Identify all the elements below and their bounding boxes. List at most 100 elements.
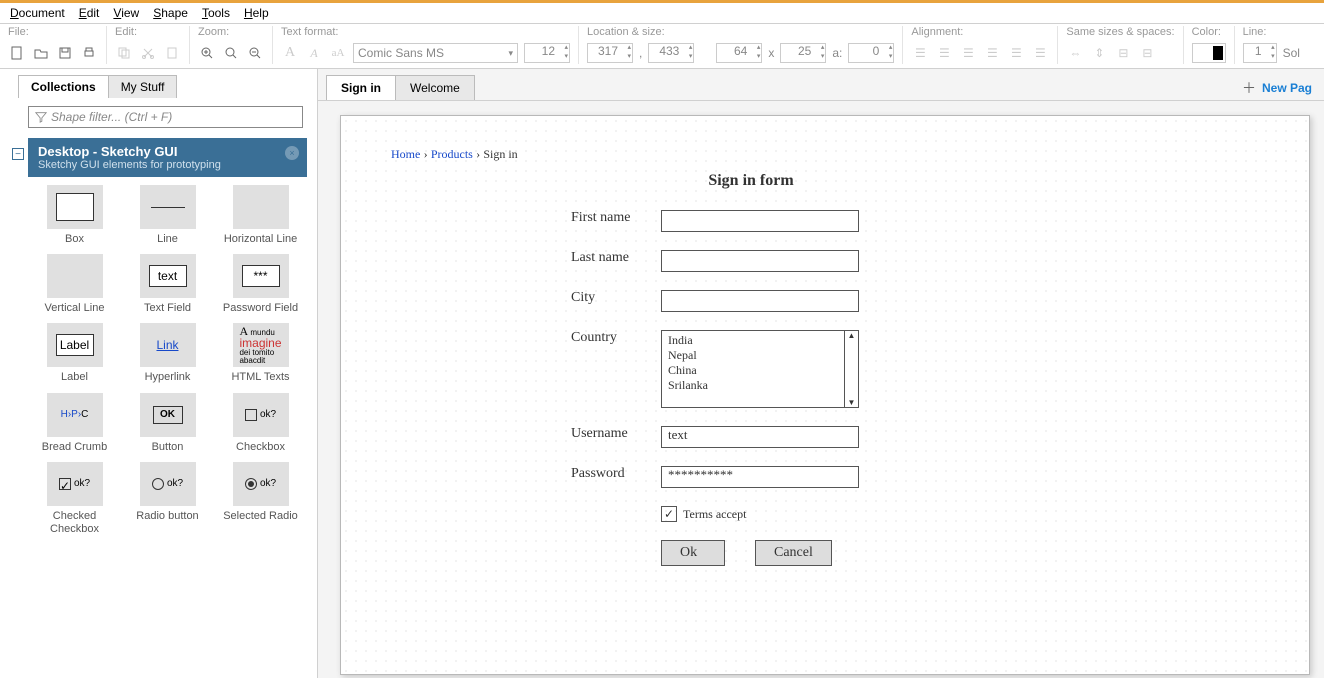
- shape-label: Line: [123, 233, 212, 246]
- shape-item[interactable]: ok?Checkbox: [216, 393, 305, 454]
- shape-item[interactable]: Vertical Line: [30, 254, 119, 315]
- new-file-icon[interactable]: [8, 44, 26, 62]
- list-scrollbar[interactable]: ▲▼: [844, 331, 858, 407]
- tab-collections[interactable]: Collections: [18, 75, 109, 98]
- shape-item[interactable]: Horizontal Line: [216, 185, 305, 246]
- document-tabs: Sign in Welcome ＋New Pag: [318, 69, 1324, 101]
- space-h-icon[interactable]: ⊟: [1114, 44, 1132, 62]
- collection-subtitle: Sketchy GUI elements for prototyping: [38, 159, 297, 171]
- same-width-icon[interactable]: ⇔: [1066, 44, 1084, 62]
- line-width-input[interactable]: 1▴▾: [1243, 43, 1277, 63]
- zoom-reset-icon[interactable]: [222, 44, 240, 62]
- zoom-in-icon[interactable]: [198, 44, 216, 62]
- shape-item[interactable]: ok?Radio button: [123, 462, 212, 536]
- text-case-icon[interactable]: aA: [329, 44, 347, 62]
- shape-filter-input[interactable]: Shape filter... (Ctrl + F): [28, 106, 303, 128]
- copy-icon[interactable]: [115, 44, 133, 62]
- shape-item[interactable]: LinkHyperlink: [123, 323, 212, 384]
- color-picker[interactable]: [1192, 43, 1226, 63]
- print-icon[interactable]: [80, 44, 98, 62]
- shape-item[interactable]: ok?Selected Radio: [216, 462, 305, 536]
- shape-thumb: [47, 185, 103, 229]
- shape-item[interactable]: ✓ok?Checked Checkbox: [30, 462, 119, 536]
- password-input[interactable]: **********: [661, 466, 859, 488]
- shape-thumb: OK: [140, 393, 196, 437]
- shape-item[interactable]: Line: [123, 185, 212, 246]
- align-middle-icon[interactable]: ☰: [1007, 44, 1025, 62]
- size-w-input[interactable]: 64▴▾: [716, 43, 762, 63]
- align-left-icon[interactable]: ☰: [911, 44, 929, 62]
- menu-document[interactable]: Document: [10, 6, 65, 20]
- toolbar: File: Edit: Zoom: Text format: A A aA Co…: [0, 24, 1324, 69]
- label-terms: Terms accept: [683, 507, 746, 522]
- shape-item[interactable]: ***Password Field: [216, 254, 305, 315]
- shape-thumb: A munduimaginedei tomitoabacdit: [233, 323, 289, 367]
- tab-welcome[interactable]: Welcome: [395, 75, 475, 100]
- country-option[interactable]: Nepal: [668, 348, 852, 363]
- collection-title: Desktop - Sketchy GUI: [38, 144, 297, 159]
- align-right-icon[interactable]: ☰: [959, 44, 977, 62]
- menu-shape[interactable]: Shape: [153, 6, 188, 20]
- tab-my-stuff[interactable]: My Stuff: [108, 75, 178, 98]
- username-input[interactable]: text: [661, 426, 859, 448]
- menu-help[interactable]: Help: [244, 6, 269, 20]
- toolbar-edit-group: Edit:: [115, 26, 190, 64]
- cancel-button[interactable]: Cancel: [755, 540, 832, 566]
- menu-view[interactable]: View: [113, 6, 139, 20]
- shape-thumb: Label: [47, 323, 103, 367]
- country-option[interactable]: China: [668, 363, 852, 378]
- font-select[interactable]: Comic Sans MS▾: [353, 43, 518, 63]
- breadcrumb-products[interactable]: Products: [431, 147, 473, 161]
- menu-edit[interactable]: Edit: [79, 6, 100, 20]
- angle-input[interactable]: 0▴▾: [848, 43, 894, 63]
- canvas[interactable]: Home › Products › Sign in Sign in form F…: [340, 115, 1310, 675]
- cut-icon[interactable]: [139, 44, 157, 62]
- zoom-out-icon[interactable]: [246, 44, 264, 62]
- same-height-icon[interactable]: ⇕: [1090, 44, 1108, 62]
- italic-icon[interactable]: A: [305, 44, 323, 62]
- left-panel: Collections My Stuff Shape filter... (Ct…: [0, 69, 318, 678]
- menu-tools[interactable]: Tools: [202, 6, 230, 20]
- save-file-icon[interactable]: [56, 44, 74, 62]
- toolbar-line-label: Line:: [1243, 26, 1300, 40]
- size-h-input[interactable]: 25▴▾: [780, 43, 826, 63]
- city-input[interactable]: [661, 290, 859, 312]
- toolbar-alignment-group: Alignment: ☰ ☰ ☰ ☰ ☰ ☰: [911, 26, 1058, 64]
- align-top-icon[interactable]: ☰: [983, 44, 1001, 62]
- align-bottom-icon[interactable]: ☰: [1031, 44, 1049, 62]
- ok-button[interactable]: Ok: [661, 540, 725, 566]
- new-page-button[interactable]: ＋New Pag: [1242, 78, 1316, 98]
- shapes-scroll[interactable]: Box Line Horizontal Line Vertical LinetextT…: [28, 177, 307, 637]
- align-center-icon[interactable]: ☰: [935, 44, 953, 62]
- collapse-icon[interactable]: −: [12, 148, 24, 160]
- shape-item[interactable]: LabelLabel: [30, 323, 119, 384]
- paste-icon[interactable]: [163, 44, 181, 62]
- open-file-icon[interactable]: [32, 44, 50, 62]
- first-name-input[interactable]: [661, 210, 859, 232]
- pos-x-input[interactable]: 317▴▾: [587, 43, 633, 63]
- shape-item[interactable]: Box: [30, 185, 119, 246]
- country-option[interactable]: India: [668, 333, 852, 348]
- shape-item[interactable]: H›P›CBread Crumb: [30, 393, 119, 454]
- breadcrumb-home[interactable]: Home: [391, 147, 420, 161]
- size-sep: x: [768, 46, 774, 60]
- label-password: Password: [571, 466, 661, 482]
- canvas-viewport[interactable]: Home › Products › Sign in Sign in form F…: [318, 101, 1324, 678]
- filter-icon: [35, 111, 47, 123]
- shape-item[interactable]: A munduimaginedei tomitoabacditHTML Text…: [216, 323, 305, 384]
- country-list[interactable]: India Nepal China Srilanka ▲▼: [661, 330, 859, 408]
- terms-checkbox[interactable]: ✓: [661, 506, 677, 522]
- collection-header[interactable]: − Desktop - Sketchy GUI Sketchy GUI elem…: [28, 138, 307, 177]
- close-icon[interactable]: ×: [285, 146, 299, 160]
- font-size-input[interactable]: 12▴▾: [524, 43, 570, 63]
- space-v-icon[interactable]: ⊟: [1138, 44, 1156, 62]
- shape-item[interactable]: OKButton: [123, 393, 212, 454]
- last-name-input[interactable]: [661, 250, 859, 272]
- shape-label: Radio button: [123, 510, 212, 523]
- font-color-icon[interactable]: A: [281, 44, 299, 62]
- shape-label: Text Field: [123, 302, 212, 315]
- pos-y-input[interactable]: 433▴▾: [648, 43, 694, 63]
- country-option[interactable]: Srilanka: [668, 378, 852, 393]
- shape-item[interactable]: textText Field: [123, 254, 212, 315]
- tab-sign-in[interactable]: Sign in: [326, 75, 396, 100]
